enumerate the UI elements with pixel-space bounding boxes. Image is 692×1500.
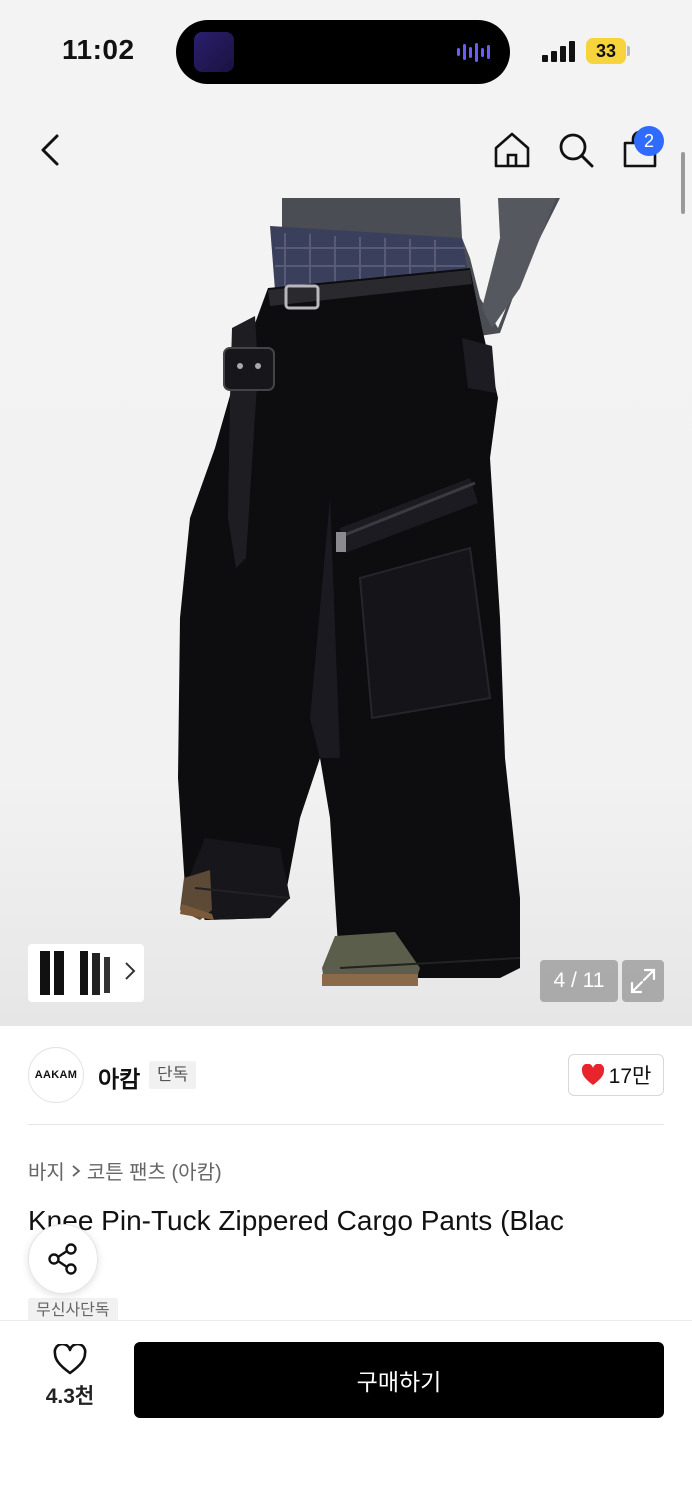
now-playing-artwork: [194, 32, 234, 72]
status-time: 11:02: [62, 34, 135, 65]
brand-like-count: 17만: [608, 1065, 652, 1088]
home-button[interactable]: [490, 128, 534, 172]
search-icon: [559, 133, 594, 168]
cellular-signal-icon: [542, 40, 575, 62]
brand-like-button[interactable]: 17만: [568, 1054, 664, 1096]
chevron-right-icon: [72, 1164, 81, 1177]
breadcrumb-category[interactable]: 바지: [28, 1156, 65, 1185]
battery-icon: 33: [586, 38, 626, 64]
home-icon: [494, 132, 530, 168]
cart-count-badge: 2: [634, 126, 664, 156]
chevron-right-icon: [125, 962, 136, 980]
heart-filled-icon: [581, 1064, 604, 1085]
search-button[interactable]: [554, 128, 598, 172]
wishlist-button[interactable]: 4.3천: [30, 1344, 110, 1410]
wishlist-count: 4.3천: [45, 1385, 95, 1408]
product-photo: [178, 198, 560, 986]
buy-button[interactable]: 구매하기: [134, 1342, 664, 1418]
chevron-left-icon: [41, 134, 59, 166]
heart-outline-icon: [53, 1344, 87, 1375]
section-divider: [28, 1124, 664, 1125]
page-scrollbar[interactable]: [681, 152, 685, 214]
product-image[interactable]: [0, 198, 692, 1026]
share-button[interactable]: [28, 1224, 98, 1294]
thumbnail-image[interactable]: [34, 949, 72, 997]
exclusive-badge: 단독: [149, 1061, 197, 1089]
status-bar: 11:02 33: [0, 0, 692, 100]
brand-name[interactable]: 아캄: [98, 1060, 140, 1094]
share-icon: [48, 1243, 77, 1275]
brand-logo[interactable]: AAKAM: [28, 1047, 84, 1103]
dynamic-island[interactable]: [176, 20, 510, 84]
expand-icon: [630, 968, 656, 994]
image-counter: 4 / 11: [540, 960, 618, 1002]
battery-tip: [627, 46, 630, 56]
breadcrumb: 바지 코튼 팬츠 (아캄): [28, 1156, 222, 1185]
breadcrumb-subcategory[interactable]: 코튼 팬츠 (아캄): [87, 1156, 222, 1185]
expand-image-button[interactable]: [622, 960, 664, 1002]
product-title: Knee Pin-Tuck Zippered Cargo Pants (Blac: [28, 1205, 564, 1236]
back-button[interactable]: [28, 128, 72, 172]
image-thumbnail-strip[interactable]: [28, 944, 144, 1002]
thumbnail-image[interactable]: [76, 949, 114, 997]
audio-wave-icon: [457, 42, 490, 62]
